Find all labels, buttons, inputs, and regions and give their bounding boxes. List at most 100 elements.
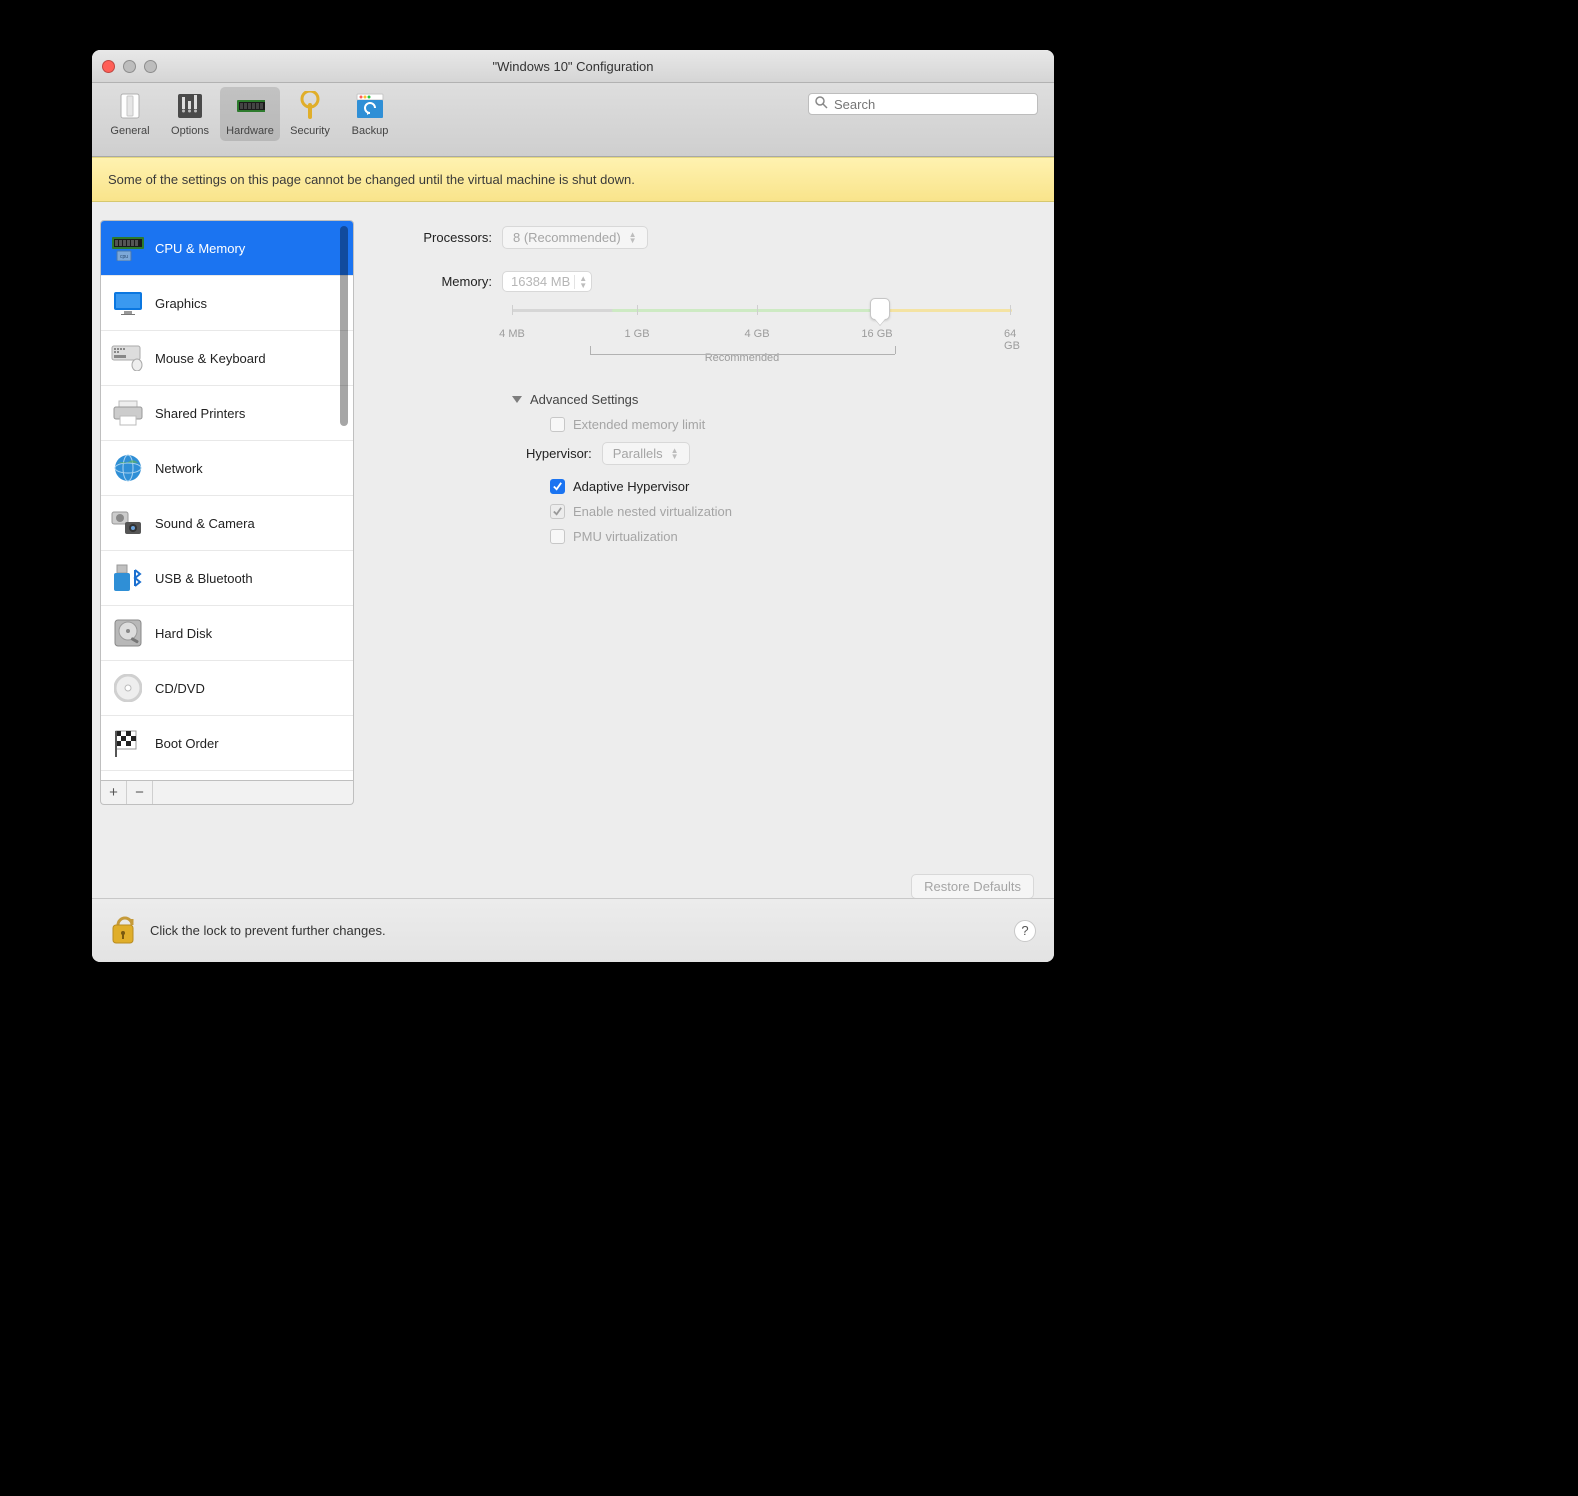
sidebar-item-mouse-keyboard[interactable]: Mouse & Keyboard	[101, 331, 353, 386]
sidebar-item-label: Mouse & Keyboard	[155, 351, 266, 366]
warning-banner: Some of the settings on this page cannot…	[92, 157, 1054, 202]
options-icon	[175, 91, 205, 121]
hypervisor-value: Parallels	[613, 446, 663, 461]
adaptive-hypervisor-checkbox[interactable]	[550, 479, 565, 494]
window-title: "Windows 10" Configuration	[92, 59, 1054, 74]
memory-slider-wrap: 4 MB 1 GB 4 GB 16 GB 64 GB Recommended	[512, 298, 1034, 364]
search-input[interactable]	[832, 96, 1031, 113]
memory-stepper[interactable]: ▲▼	[574, 275, 587, 289]
monitor-icon	[111, 288, 145, 318]
sidebar-item-label: Hard Disk	[155, 626, 212, 641]
chevron-updown-icon: ▲▼	[671, 448, 679, 460]
hypervisor-label: Hypervisor:	[526, 446, 592, 461]
hardware-sidebar: cpu CPU & Memory Graphics Mouse & Keyboa…	[100, 220, 354, 781]
window-controls	[92, 60, 157, 73]
tab-label: Backup	[352, 125, 389, 137]
processors-select[interactable]: 8 (Recommended) ▲▼	[502, 226, 648, 249]
keyboard-mouse-icon	[111, 343, 145, 373]
processors-label: Processors:	[390, 230, 502, 245]
hard-disk-icon	[111, 618, 145, 648]
sidebar-item-label: USB & Bluetooth	[155, 571, 253, 586]
pmu-virtualization-row: PMU virtualization	[550, 529, 1034, 544]
slider-tick-labels: 4 MB 1 GB 4 GB 16 GB 64 GB	[512, 328, 1012, 342]
window-footer: Click the lock to prevent further change…	[92, 898, 1054, 962]
extended-memory-label: Extended memory limit	[573, 417, 705, 432]
disc-icon	[111, 673, 145, 703]
tab-general[interactable]: General	[100, 87, 160, 141]
scrollbar-thumb[interactable]	[340, 226, 348, 426]
sidebar-wrap: cpu CPU & Memory Graphics Mouse & Keyboa…	[100, 220, 354, 893]
extended-memory-row: Extended memory limit	[550, 417, 1034, 432]
sidebar-item-usb-bluetooth[interactable]: USB & Bluetooth	[101, 551, 353, 606]
hypervisor-row: Hypervisor: Parallels ▲▼	[526, 442, 1034, 465]
advanced-settings-panel: Extended memory limit Hypervisor: Parall…	[550, 417, 1034, 544]
lock-text: Click the lock to prevent further change…	[150, 923, 386, 938]
adaptive-hypervisor-label: Adaptive Hypervisor	[573, 479, 689, 494]
memory-row: Memory: 16384 MB ▲▼	[390, 271, 1034, 292]
body: cpu CPU & Memory Graphics Mouse & Keyboa…	[92, 202, 1054, 893]
nested-virtualization-label: Enable nested virtualization	[573, 504, 732, 519]
sidebar-item-cd-dvd[interactable]: CD/DVD	[101, 661, 353, 716]
lock-icon[interactable]	[108, 911, 138, 950]
add-device-button[interactable]: +	[101, 781, 127, 804]
tab-hardware[interactable]: Hardware	[220, 87, 280, 141]
processors-value: 8 (Recommended)	[513, 230, 621, 245]
sidebar-item-network[interactable]: Network	[101, 441, 353, 496]
usb-bluetooth-icon	[111, 563, 145, 593]
sidebar-item-label: Network	[155, 461, 203, 476]
hardware-icon	[235, 91, 265, 121]
search-icon	[815, 96, 828, 112]
advanced-settings-toggle[interactable]: Advanced Settings	[512, 392, 1034, 407]
tab-backup[interactable]: Backup	[340, 87, 400, 141]
sidebar-item-shared-printers[interactable]: Shared Printers	[101, 386, 353, 441]
globe-icon	[111, 453, 145, 483]
memory-input[interactable]: 16384 MB ▲▼	[502, 271, 592, 292]
sidebar-item-sound-camera[interactable]: Sound & Camera	[101, 496, 353, 551]
sound-camera-icon	[111, 508, 145, 538]
sidebar-item-label: CPU & Memory	[155, 241, 245, 256]
printer-icon	[111, 398, 145, 428]
extended-memory-checkbox[interactable]	[550, 417, 565, 432]
security-icon	[295, 91, 325, 121]
tab-label: Security	[290, 125, 330, 137]
warning-text: Some of the settings on this page cannot…	[108, 172, 635, 187]
memory-slider[interactable]	[512, 298, 1012, 322]
tab-label: Options	[171, 125, 209, 137]
sidebar-scrollbar[interactable]	[337, 223, 351, 778]
hypervisor-select[interactable]: Parallels ▲▼	[602, 442, 690, 465]
minimize-window-button[interactable]	[123, 60, 136, 73]
toolbar: General Options Hardware Security Backup	[92, 83, 1054, 157]
pmu-virtualization-checkbox[interactable]	[550, 529, 565, 544]
pmu-virtualization-label: PMU virtualization	[573, 529, 678, 544]
settings-content: Processors: 8 (Recommended) ▲▼ Memory: 1…	[354, 202, 1054, 893]
memory-label: Memory:	[390, 274, 502, 289]
zoom-window-button[interactable]	[144, 60, 157, 73]
config-window: "Windows 10" Configuration General Optio…	[92, 50, 1054, 962]
sidebar-footer: + −	[100, 781, 354, 805]
tab-options[interactable]: Options	[160, 87, 220, 141]
sidebar-item-label: CD/DVD	[155, 681, 205, 696]
tab-label: Hardware	[226, 125, 274, 137]
sidebar-item-cpu-memory[interactable]: cpu CPU & Memory	[101, 221, 353, 276]
sidebar-item-graphics[interactable]: Graphics	[101, 276, 353, 331]
general-icon	[115, 91, 145, 121]
ram-icon: cpu	[111, 233, 145, 263]
memory-value: 16384 MB	[507, 274, 574, 289]
sidebar-item-boot-order[interactable]: Boot Order	[101, 716, 353, 771]
triangle-down-icon	[512, 396, 522, 403]
tab-security[interactable]: Security	[280, 87, 340, 141]
close-window-button[interactable]	[102, 60, 115, 73]
help-button[interactable]: ?	[1014, 920, 1036, 942]
sidebar-item-hard-disk[interactable]: Hard Disk	[101, 606, 353, 661]
title-bar: "Windows 10" Configuration	[92, 50, 1054, 83]
search-field[interactable]	[808, 93, 1038, 115]
svg-text:cpu: cpu	[120, 254, 128, 260]
restore-defaults-button[interactable]: Restore Defaults	[911, 874, 1034, 899]
slider-over-range	[877, 309, 1012, 312]
remove-device-button[interactable]: −	[127, 781, 153, 804]
backup-icon	[355, 91, 385, 121]
chevron-updown-icon: ▲▼	[629, 232, 637, 244]
tab-label: General	[110, 125, 149, 137]
nested-virtualization-checkbox[interactable]	[550, 504, 565, 519]
slider-knob[interactable]	[870, 298, 890, 320]
